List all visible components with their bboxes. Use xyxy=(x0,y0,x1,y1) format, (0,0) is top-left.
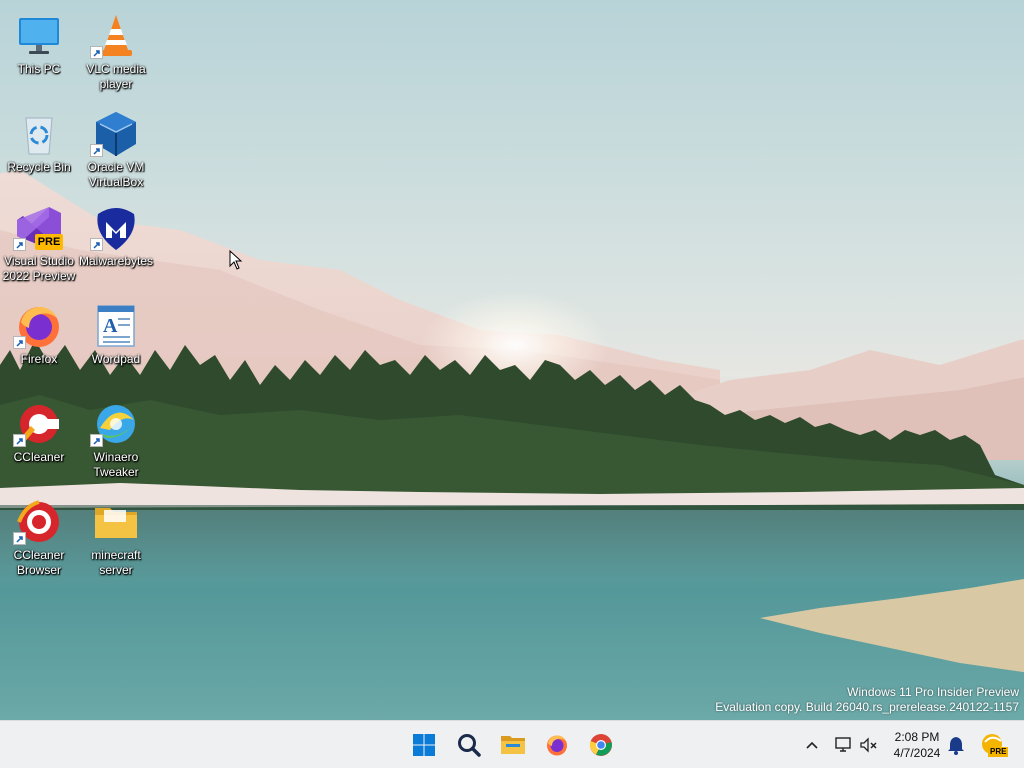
wallpaper-grass xyxy=(760,579,1024,673)
desktop-icon-minecraft-server[interactable]: minecraft server xyxy=(78,494,154,586)
chrome-icon xyxy=(589,734,612,756)
desktop-icon-winaero[interactable]: Winaero Tweaker xyxy=(78,396,154,488)
desktop-icon-label: Visual Studio 2022 Preview xyxy=(2,254,76,283)
monitor-icon xyxy=(19,18,59,54)
desktop-icon-label: Malwarebytes xyxy=(78,254,154,268)
desktop-icon-malwarebytes[interactable]: Malwarebytes xyxy=(78,200,154,292)
desktop-icon-label: VLC media player xyxy=(86,62,146,91)
desktop-icon-label: Oracle VM VirtualBox xyxy=(87,160,145,189)
desktop-icon-label: CCleaner xyxy=(13,450,65,464)
search-icon xyxy=(458,734,481,757)
shortcut-arrow-icon xyxy=(13,336,26,349)
volume-button[interactable] xyxy=(857,733,881,757)
search-button[interactable] xyxy=(451,727,487,763)
desktop-icon-label: Recycle Bin xyxy=(7,160,71,174)
mouse-cursor-icon xyxy=(229,250,243,270)
desktop-icon-visual-studio[interactable]: PRE Visual Studio 2022 Preview xyxy=(1,200,77,292)
clock-time: 2:08 PM xyxy=(894,730,940,744)
shortcut-arrow-icon xyxy=(13,434,26,447)
firefox-taskbar-button[interactable] xyxy=(539,727,575,763)
chrome-taskbar-button[interactable] xyxy=(583,727,619,763)
desktop-icon-ccleaner-browser[interactable]: CCleaner Browser xyxy=(1,494,77,586)
notifications-button[interactable] xyxy=(944,733,968,757)
firefox-icon xyxy=(547,735,567,756)
file-explorer-icon xyxy=(501,736,525,754)
network-status-button[interactable] xyxy=(832,733,856,757)
recycle-bin-icon xyxy=(25,117,53,155)
chevron-up-icon xyxy=(806,741,818,749)
desktop-icon-firefox[interactable]: Firefox xyxy=(1,298,77,390)
clock-date: 4/7/2024 xyxy=(893,746,941,760)
desktop-icon-label: CCleaner Browser xyxy=(13,548,65,577)
dev-home-button[interactable]: PRE xyxy=(978,733,1009,757)
network-monitor-icon xyxy=(835,737,851,752)
desktop-icon-label: Winaero Tweaker xyxy=(93,450,139,479)
desktop-icon-label: minecraft server xyxy=(91,548,141,577)
desktop-icon-ccleaner[interactable]: CCleaner xyxy=(1,396,77,488)
clock-button[interactable]: 2:08 PM 4/7/2024 xyxy=(886,729,948,761)
windows-start-icon xyxy=(413,734,435,756)
evaluation-watermark: Windows 11 Pro Insider Preview Evaluatio… xyxy=(715,685,1019,715)
start-button[interactable] xyxy=(406,727,442,763)
file-explorer-button[interactable] xyxy=(495,727,531,763)
speaker-muted-icon xyxy=(860,737,877,753)
desktop-icon-label: Firefox xyxy=(20,352,58,366)
desktop-icon-vlc[interactable]: VLC media player xyxy=(78,8,154,100)
shortcut-arrow-icon xyxy=(13,532,26,545)
show-hidden-icons-button[interactable] xyxy=(800,733,824,757)
shortcut-arrow-icon xyxy=(90,144,103,157)
desktop-icon-this-pc[interactable]: This PC xyxy=(1,8,77,100)
svg-text:A: A xyxy=(103,315,118,337)
desktop-icon-virtualbox[interactable]: Oracle VM VirtualBox xyxy=(78,106,154,198)
desktop-icon-recycle-bin[interactable]: Recycle Bin xyxy=(1,106,77,198)
preview-badge: PRE xyxy=(988,747,1009,757)
folder-icon xyxy=(95,508,137,538)
shortcut-arrow-icon xyxy=(13,238,26,251)
shortcut-arrow-icon xyxy=(90,434,103,447)
taskbar: 2:08 PM 4/7/2024 PRE xyxy=(0,720,1024,768)
desktop-wallpaper[interactable]: This PC VLC media player Recycle Bin Ora… xyxy=(0,0,1024,720)
desktop-icon-label: This PC xyxy=(17,62,61,76)
wordpad-icon: A xyxy=(97,305,135,347)
shortcut-arrow-icon xyxy=(90,46,103,59)
watermark-edition: Windows 11 Pro Insider Preview xyxy=(847,685,1019,699)
desktop-icon-wordpad[interactable]: A Wordpad xyxy=(78,298,154,390)
shortcut-arrow-icon xyxy=(90,238,103,251)
bell-icon xyxy=(948,737,964,755)
watermark-build: Evaluation copy. Build 26040.rs_prerelea… xyxy=(715,700,1019,714)
preview-badge: PRE xyxy=(35,234,63,250)
desktop-icon-label: Wordpad xyxy=(91,352,141,366)
